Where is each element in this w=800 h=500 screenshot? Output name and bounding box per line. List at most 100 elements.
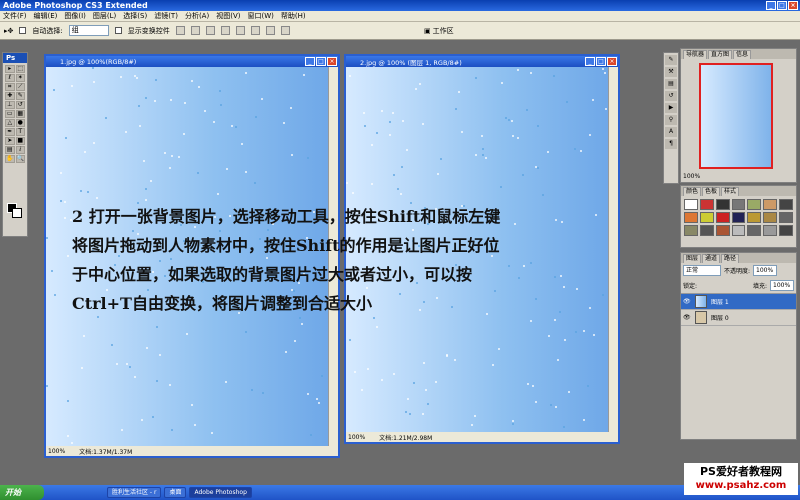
history-brush-icon[interactable]: ↺: [15, 101, 25, 109]
style-swatch[interactable]: [699, 225, 714, 236]
auto-select-dropdown[interactable]: 组: [68, 25, 109, 36]
magic-wand-icon[interactable]: ✶: [15, 74, 25, 82]
menu-help[interactable]: 帮助(H): [281, 11, 306, 21]
menu-select[interactable]: 选择(S): [123, 11, 147, 21]
stamp-tool-icon[interactable]: ⊥: [5, 101, 15, 109]
eye-icon[interactable]: 👁: [683, 314, 691, 321]
menu-layer[interactable]: 图层(L): [93, 11, 116, 21]
menu-window[interactable]: 窗口(W): [247, 11, 273, 21]
dodge-tool-icon[interactable]: ●: [15, 119, 25, 127]
doc2-zoom[interactable]: 100%: [348, 434, 365, 441]
layer-comps-icon[interactable]: ▤: [665, 79, 677, 89]
tool-presets-icon[interactable]: ⚒: [665, 67, 677, 77]
brush-icon[interactable]: ✎: [665, 55, 677, 65]
paragraph-icon[interactable]: ¶: [665, 139, 677, 149]
menu-view[interactable]: 视图(V): [216, 11, 240, 21]
shape-tool-icon[interactable]: ■: [15, 137, 25, 145]
style-swatch[interactable]: [763, 212, 778, 223]
style-swatch[interactable]: [731, 212, 746, 223]
style-swatch[interactable]: [763, 199, 778, 210]
tab-paths[interactable]: 路径: [721, 254, 740, 263]
menu-edit[interactable]: 编辑(E): [34, 11, 58, 21]
navigator-zoom[interactable]: 100%: [683, 173, 700, 180]
doc1-title-bar[interactable]: 1.jpg @ 100%(RGB/8#) _ □ ×: [46, 56, 338, 67]
auto-select-checkbox[interactable]: [19, 27, 27, 34]
layer-row-0[interactable]: 👁 图层 0: [681, 310, 796, 326]
taskbar-button-photoshop[interactable]: Adobe Photoshop: [189, 487, 252, 498]
tab-info[interactable]: 信息: [733, 50, 752, 59]
align-left-icon[interactable]: [220, 26, 230, 35]
menu-filter[interactable]: 滤镜(T): [154, 11, 178, 21]
blend-mode-select[interactable]: 正常: [683, 265, 721, 276]
style-swatch[interactable]: [747, 225, 762, 236]
align-top-icon[interactable]: [175, 26, 185, 35]
close-button[interactable]: ×: [788, 1, 798, 10]
taskbar-button-desktop[interactable]: 桌面: [164, 487, 187, 498]
style-swatch[interactable]: [779, 199, 793, 210]
style-swatch[interactable]: [684, 225, 698, 236]
gradient-tool-icon[interactable]: ▦: [15, 110, 25, 118]
move-tool-icon[interactable]: ▸: [5, 65, 15, 73]
style-swatch[interactable]: [779, 212, 793, 223]
align-center-icon[interactable]: [235, 26, 245, 35]
align-bottom-icon[interactable]: [205, 26, 215, 35]
eraser-tool-icon[interactable]: ▭: [5, 110, 15, 118]
tab-navigator[interactable]: 导航器: [683, 50, 708, 59]
blur-tool-icon[interactable]: △: [5, 119, 15, 127]
tab-swatches[interactable]: 色板: [702, 187, 721, 196]
doc1-maximize-button[interactable]: □: [316, 57, 326, 66]
type-tool-icon[interactable]: T: [15, 128, 25, 136]
doc1-zoom[interactable]: 100%: [48, 448, 65, 455]
notes-tool-icon[interactable]: ▤: [5, 146, 15, 154]
distribute-icon-2[interactable]: [280, 26, 290, 35]
doc2-maximize-button[interactable]: □: [596, 57, 606, 66]
style-swatch[interactable]: [699, 212, 714, 223]
style-swatch[interactable]: [731, 199, 746, 210]
style-swatch[interactable]: [747, 212, 762, 223]
tab-styles[interactable]: 样式: [721, 187, 740, 196]
menu-analysis[interactable]: 分析(A): [185, 11, 209, 21]
style-swatch[interactable]: [779, 225, 793, 236]
zoom-tool-icon[interactable]: 🔍: [15, 155, 25, 163]
marquee-tool-icon[interactable]: ⬚: [15, 65, 25, 73]
menu-image[interactable]: 图像(I): [64, 11, 86, 21]
navigator-thumbnail[interactable]: [699, 63, 773, 169]
distribute-icon[interactable]: [265, 26, 275, 35]
taskbar-button-community[interactable]: 胜利生活社区 - r: [107, 487, 162, 498]
layer-row-1[interactable]: 👁 图层 1: [681, 294, 796, 310]
healing-brush-icon[interactable]: ✚: [5, 92, 15, 100]
workspace-button[interactable]: ▣ 工作区: [424, 25, 454, 37]
opacity-input[interactable]: 100%: [753, 265, 778, 276]
clone-source-icon[interactable]: ⚲: [665, 115, 677, 125]
tab-color[interactable]: 颜色: [683, 187, 702, 196]
align-right-icon[interactable]: [250, 26, 260, 35]
brush-tool-icon[interactable]: ✎: [15, 92, 25, 100]
tab-histogram[interactable]: 直方图: [708, 50, 733, 59]
doc1-minimize-button[interactable]: _: [305, 57, 315, 66]
lasso-tool-icon[interactable]: ℓ: [5, 74, 15, 82]
style-swatch[interactable]: [715, 199, 730, 210]
style-swatch[interactable]: [684, 199, 698, 210]
move-tool-icon[interactable]: ▸✥: [4, 27, 13, 35]
doc2-close-button[interactable]: ×: [607, 57, 617, 66]
tab-layers[interactable]: 图层: [683, 254, 702, 263]
character-icon[interactable]: A: [665, 127, 677, 137]
fill-input[interactable]: 100%: [770, 280, 794, 291]
show-transform-checkbox[interactable]: [114, 27, 122, 34]
maximize-button[interactable]: □: [777, 1, 787, 10]
minimize-button[interactable]: _: [766, 1, 776, 10]
style-swatch[interactable]: [715, 225, 730, 236]
style-swatch[interactable]: [684, 212, 698, 223]
eye-icon[interactable]: 👁: [683, 298, 691, 305]
tab-channels[interactable]: 通道: [702, 254, 721, 263]
doc2-title-bar[interactable]: 2.jpg @ 100% (图层 1, RGB/8#) _ □ ×: [346, 56, 618, 67]
style-swatch[interactable]: [731, 225, 746, 236]
doc1-close-button[interactable]: ×: [327, 57, 337, 66]
style-swatch[interactable]: [763, 225, 778, 236]
path-select-icon[interactable]: ➤: [5, 137, 15, 145]
align-middle-icon[interactable]: [190, 26, 200, 35]
eyedropper-icon[interactable]: ⅈ: [15, 146, 25, 154]
doc2-minimize-button[interactable]: _: [585, 57, 595, 66]
style-swatch[interactable]: [747, 199, 762, 210]
actions-icon[interactable]: ▶: [665, 103, 677, 113]
